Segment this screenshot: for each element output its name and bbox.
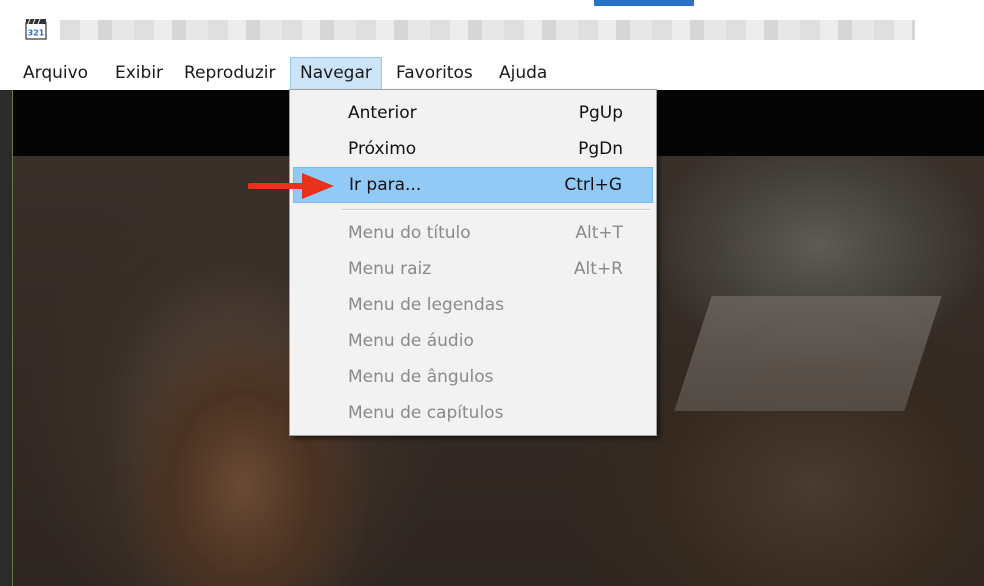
- menu-item-shortcut: Alt+T: [575, 223, 623, 243]
- menu-item-menu-de-capitulos[interactable]: Menu de capítulos: [293, 395, 653, 431]
- menu-item-menu-do-titulo[interactable]: Menu do título Alt+T: [293, 215, 653, 251]
- app-icon-digits: 321: [28, 29, 45, 38]
- menu-separator: [342, 209, 650, 211]
- taskbar-accent: [594, 0, 694, 6]
- navegar-dropdown-menu: Anterior PgUp Próximo PgDn Ir para... Ct…: [289, 89, 657, 436]
- menu-exibir[interactable]: Exibir: [106, 57, 172, 90]
- video-background-window: [674, 296, 942, 411]
- menu-item-shortcut: PgDn: [578, 139, 623, 159]
- menu-item-label: Menu de legendas: [348, 295, 505, 315]
- menu-favoritos[interactable]: Favoritos: [387, 57, 482, 90]
- menu-arquivo[interactable]: Arquivo: [14, 57, 97, 90]
- title-bar[interactable]: 321: [0, 0, 984, 52]
- menu-ajuda[interactable]: Ajuda: [490, 57, 556, 90]
- menu-item-label: Menu raiz: [348, 259, 432, 279]
- menu-item-menu-de-legendas[interactable]: Menu de legendas: [293, 287, 653, 323]
- media-player-classic-icon[interactable]: 321: [25, 18, 47, 40]
- menu-bar: Arquivo Exibir Reproduzir Navegar Favori…: [12, 57, 984, 90]
- menu-item-label: Ir para...: [349, 175, 422, 195]
- menu-item-label: Menu de ângulos: [348, 367, 494, 387]
- menu-item-ir-para[interactable]: Ir para... Ctrl+G: [293, 167, 653, 203]
- menu-item-label: Próximo: [348, 139, 417, 159]
- menu-item-label: Menu do título: [348, 223, 471, 243]
- menu-item-shortcut: PgUp: [578, 103, 623, 123]
- menu-navegar[interactable]: Navegar: [290, 57, 382, 90]
- menu-item-proximo[interactable]: Próximo PgDn: [293, 131, 653, 167]
- menu-item-shortcut: Ctrl+G: [564, 175, 622, 195]
- menu-item-menu-raiz[interactable]: Menu raiz Alt+R: [293, 251, 653, 287]
- menu-item-shortcut: Alt+R: [573, 259, 623, 279]
- menu-reproduzir[interactable]: Reproduzir: [175, 57, 285, 90]
- annotation-arrow-icon: [248, 173, 334, 199]
- menu-item-label: Menu de áudio: [348, 331, 474, 351]
- menu-item-label: Menu de capítulos: [348, 403, 504, 423]
- window-title-blurred: [60, 20, 915, 40]
- menu-item-anterior[interactable]: Anterior PgUp: [293, 95, 653, 131]
- menu-item-label: Anterior: [348, 103, 417, 123]
- menu-item-menu-de-audio[interactable]: Menu de áudio: [293, 323, 653, 359]
- menu-item-menu-de-angulos[interactable]: Menu de ângulos: [293, 359, 653, 395]
- desktop-edge: [0, 90, 13, 586]
- player-window: 321 Arquivo Exibir Reproduzir Navegar Fa…: [0, 0, 984, 586]
